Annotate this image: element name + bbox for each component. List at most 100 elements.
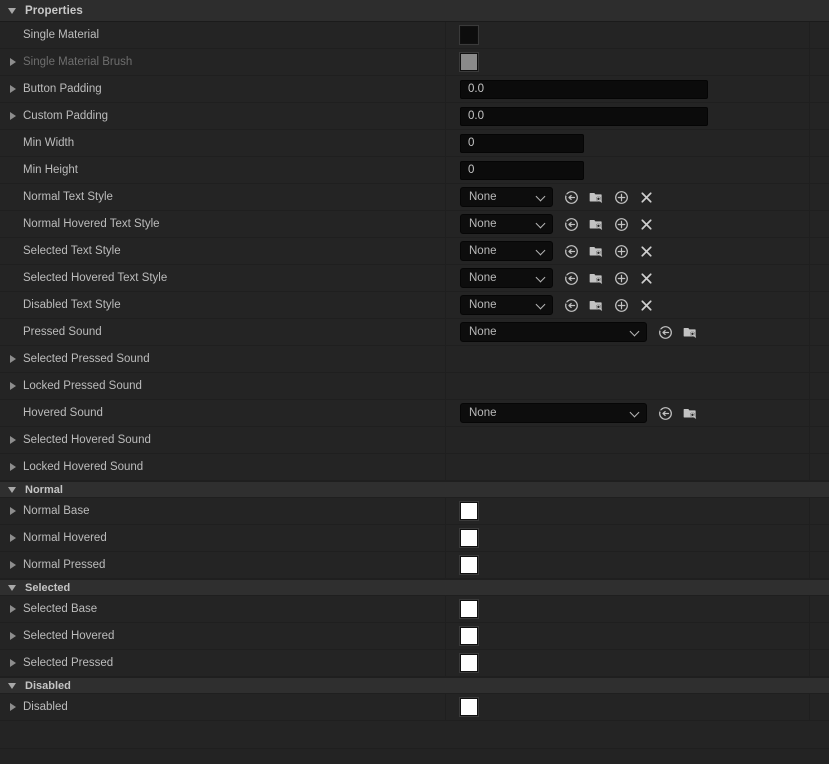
use-selected-asset-icon[interactable] [563,270,579,286]
asset-picker-dropdown[interactable]: None [460,241,553,261]
new-asset-icon[interactable] [613,270,629,286]
property-row-locked-pressed-sound[interactable]: Locked Pressed Sound [0,373,829,400]
asset-picker-dropdown[interactable]: None [460,214,553,234]
numeric-input[interactable]: 0 [460,160,584,180]
clear-asset-icon[interactable] [638,216,654,232]
use-selected-asset-icon[interactable] [657,405,673,421]
new-asset-icon[interactable] [613,189,629,205]
section-header-section-normal[interactable]: Normal [0,481,829,498]
property-row-disabled[interactable]: Disabled [0,694,829,721]
expand-triangle-icon[interactable] [8,631,19,642]
property-row-single-material-brush[interactable]: Single Material Brush [0,49,829,76]
property-row-selected-hovered-text-style[interactable]: Selected Hovered Text Style None [0,265,829,292]
expand-triangle-icon[interactable] [8,354,19,365]
numeric-input[interactable]: 0 [460,133,584,153]
chevron-down-icon[interactable] [630,327,640,337]
property-row-selected-base[interactable]: Selected Base [0,596,829,623]
use-selected-asset-icon[interactable] [563,189,579,205]
category-header-properties[interactable]: Properties [0,0,829,22]
property-label: Selected Pressed [23,657,114,669]
section-header-section-disabled[interactable]: Disabled [0,677,829,694]
property-row-min-width[interactable]: Min Width 0 [0,130,829,157]
property-row-selected-pressed-sound[interactable]: Selected Pressed Sound [0,346,829,373]
browse-to-asset-icon[interactable] [588,189,604,205]
property-row-selected-hovered-sound[interactable]: Selected Hovered Sound [0,427,829,454]
chevron-down-icon[interactable] [536,219,546,229]
expand-triangle-icon[interactable] [8,604,19,615]
section-header-section-selected[interactable]: Selected [0,579,829,596]
expand-triangle-icon[interactable] [8,462,19,473]
asset-picker-dropdown[interactable]: None [460,322,647,342]
property-row-selected-text-style[interactable]: Selected Text Style None [0,238,829,265]
property-row-locked-hovered-sound[interactable]: Locked Hovered Sound [0,454,829,481]
collapse-triangle-icon[interactable] [8,5,19,16]
use-selected-asset-icon[interactable] [563,297,579,313]
property-row-selected-hovered[interactable]: Selected Hovered [0,623,829,650]
collapse-triangle-icon[interactable] [8,680,19,691]
clear-asset-icon[interactable] [638,270,654,286]
expand-triangle-icon[interactable] [8,381,19,392]
expand-triangle-icon[interactable] [8,57,19,68]
property-row-normal-base[interactable]: Normal Base [0,498,829,525]
chevron-down-icon[interactable] [630,408,640,418]
expand-triangle-icon[interactable] [8,435,19,446]
expand-triangle-icon[interactable] [8,111,19,122]
new-asset-icon[interactable] [613,216,629,232]
clear-asset-icon[interactable] [638,297,654,313]
browse-to-asset-icon[interactable] [588,216,604,232]
property-row-pressed-sound[interactable]: Pressed Sound None [0,319,829,346]
use-selected-asset-icon[interactable] [657,324,673,340]
color-swatch[interactable] [460,600,478,618]
collapse-triangle-icon[interactable] [8,484,19,495]
property-row-min-height[interactable]: Min Height 0 [0,157,829,184]
property-row-normal-pressed[interactable]: Normal Pressed [0,552,829,579]
color-swatch[interactable] [460,26,478,44]
browse-to-asset-icon[interactable] [588,270,604,286]
numeric-input[interactable]: 0.0 [460,106,708,126]
expand-triangle-icon[interactable] [8,560,19,571]
chevron-down-icon[interactable] [536,246,546,256]
color-swatch[interactable] [460,556,478,574]
browse-to-asset-icon[interactable] [682,324,698,340]
expand-triangle-icon[interactable] [8,84,19,95]
browse-to-asset-icon[interactable] [588,297,604,313]
clear-asset-icon[interactable] [638,243,654,259]
asset-picker-dropdown[interactable]: None [460,187,553,207]
browse-to-asset-icon[interactable] [682,405,698,421]
color-swatch[interactable] [460,654,478,672]
color-swatch[interactable] [460,698,478,716]
property-row-disabled-text-style[interactable]: Disabled Text Style None [0,292,829,319]
property-row-normal-text-style[interactable]: Normal Text Style None [0,184,829,211]
color-swatch[interactable] [460,502,478,520]
clear-asset-icon[interactable] [638,189,654,205]
numeric-input[interactable]: 0.0 [460,79,708,99]
collapse-triangle-icon[interactable] [8,582,19,593]
property-row-button-padding[interactable]: Button Padding 0.0 [0,76,829,103]
expand-triangle-icon[interactable] [8,702,19,713]
new-asset-icon[interactable] [613,297,629,313]
color-swatch[interactable] [460,627,478,645]
property-row-custom-padding[interactable]: Custom Padding 0.0 [0,103,829,130]
use-selected-asset-icon[interactable] [563,216,579,232]
property-row-normal-hovered[interactable]: Normal Hovered [0,525,829,552]
chevron-down-icon[interactable] [536,192,546,202]
asset-picker-dropdown[interactable]: None [460,268,553,288]
color-swatch[interactable] [460,529,478,547]
property-row-single-material[interactable]: Single Material [0,22,829,49]
expand-triangle-icon[interactable] [8,533,19,544]
expand-triangle-icon[interactable] [8,506,19,517]
new-asset-icon[interactable] [613,243,629,259]
asset-picker-dropdown[interactable]: None [460,295,553,315]
asset-picker-value: None [469,191,497,203]
chevron-down-icon[interactable] [536,273,546,283]
expand-triangle-icon[interactable] [8,658,19,669]
chevron-down-icon[interactable] [536,300,546,310]
asset-picker-dropdown[interactable]: None [460,403,647,423]
property-row-normal-hovered-text-style[interactable]: Normal Hovered Text Style None [0,211,829,238]
browse-to-asset-icon[interactable] [588,243,604,259]
property-rows-container: Single Material Single Material Brush Bu… [0,22,829,721]
color-swatch[interactable] [460,53,478,71]
property-row-hovered-sound[interactable]: Hovered Sound None [0,400,829,427]
property-row-selected-pressed[interactable]: Selected Pressed [0,650,829,677]
use-selected-asset-icon[interactable] [563,243,579,259]
